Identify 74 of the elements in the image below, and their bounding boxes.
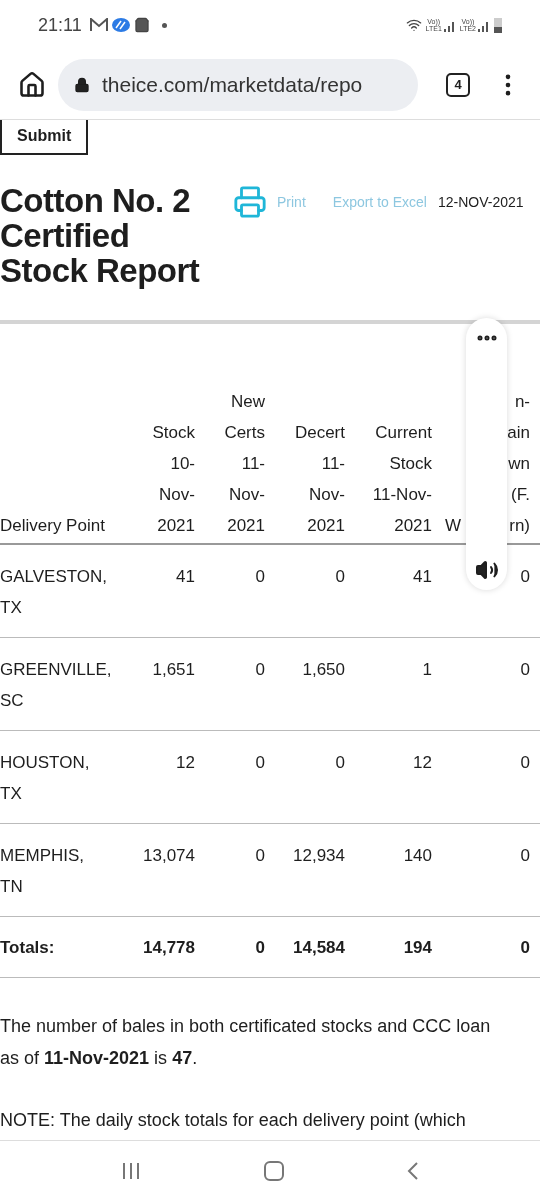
mail-icon [89,18,108,32]
table-cell-text: 12 [176,752,195,774]
column-header: 2021 [157,515,195,537]
table-cell-text: 0 [255,566,265,588]
column-header: 11- [321,453,345,475]
table-cell-text: 1,650 [302,659,345,681]
column-header: 2021 [227,515,265,537]
table-cell-text: Totals: [0,936,55,959]
column-header: n- [514,391,530,413]
submit-button[interactable]: Submit [0,120,89,155]
column-header: (F. [511,484,530,506]
speaker-icon[interactable] [474,558,499,582]
table-cell-text: 12 [413,752,432,774]
report-date: 12-NOV-2021 [437,192,524,212]
column-header: Decert [294,422,345,444]
home-icon[interactable] [18,70,46,99]
column-header: ain [507,422,530,444]
back-icon[interactable] [406,1160,419,1181]
table-cell-text: 0 [255,845,265,867]
note-text: NOTE: The daily stock totals for each delivery point (which [0,1109,467,1132]
table-cell-text: MEMPHIS, TN [0,845,86,898]
table-cell-text: 140 [403,845,432,867]
battery-icon [494,17,502,33]
table-cell-text: 12,934 [293,845,345,867]
column-header: Nov- [309,484,345,506]
column-header: 2021 [394,515,432,537]
column-header: Stock [152,422,195,444]
column-header: Stock [389,453,432,475]
lock-icon [74,76,90,93]
column-header: Delivery Point [0,515,105,537]
column-header: wn [508,453,530,475]
report-title: Cotton No. 2 Certified Stock Report [0,183,201,288]
wifi-icon [405,17,422,33]
table-cell-text: GREENVILLE, SC [0,659,112,712]
column-header: 11-Nov- [372,484,432,506]
table-cell-text: GALVESTON, TX [0,566,108,619]
table-cell-text: 0 [520,752,530,774]
table-cell-text: 1,651 [152,659,195,681]
table-cell-text: 1 [422,659,432,681]
table-cell-text: 41 [176,566,195,588]
address-bar[interactable]: theice.com/marketdata/repo [58,58,418,111]
bales-note: The number of bales in both certificated stocks and CCC loan as of 11-Nov-2021 is 47. [0,1015,492,1070]
column-header: W [445,515,462,537]
column-header: Certs [224,422,265,444]
table-cell-text: 0 [520,936,530,959]
tab-count-button[interactable]: 4 [446,72,470,97]
column-header: New [231,391,265,413]
column-header: Current [375,422,432,444]
table-cell-text: 14,584 [293,936,345,959]
column-header: 11- [241,453,265,475]
table-cell-text: HOUSTON, TX [0,752,91,805]
table-cell-text: 14,778 [143,936,195,959]
table-cell-text: 13,074 [143,845,195,867]
signal-icon [478,20,490,32]
recent-apps-icon[interactable] [121,1161,142,1180]
app-icon [111,17,130,33]
table-cell-text: 0 [255,752,265,774]
signal-icon [443,20,456,32]
table-cell-text: 0 [335,752,345,774]
column-header: Nov- [159,484,195,506]
table-cell-text: 41 [413,566,432,588]
status-time: 21:11 [38,13,82,37]
table-cell-text: 194 [403,936,432,959]
home-nav-icon[interactable] [264,1160,284,1181]
column-header: rn) [509,515,530,537]
table-cell-text: 0 [335,566,345,588]
table-cell-text: 0 [255,659,265,681]
column-header: 10- [170,453,195,475]
table-cell-text: 0 [255,936,265,959]
column-header: Nov- [229,484,265,506]
table-cell-text: 0 [520,845,530,867]
column-header: 2021 [307,515,345,537]
table-cell-text: 0 [520,659,530,681]
table-cell-text: 0 [520,566,530,588]
